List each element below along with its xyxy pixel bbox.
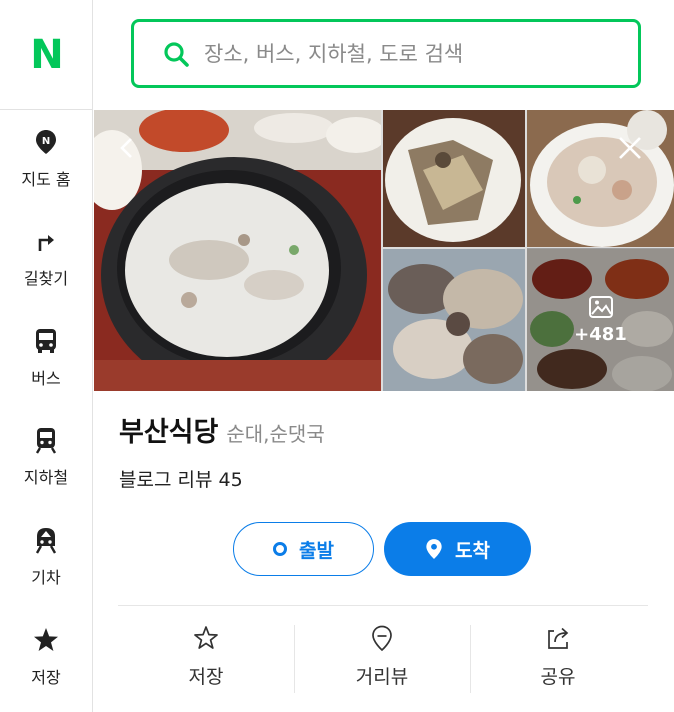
more-photos-count: +481 — [574, 324, 627, 345]
sidebar-item-label: 기차 — [31, 568, 61, 587]
location-pin-icon — [426, 539, 442, 559]
title-row: 부산식당 순대,순댓국 — [119, 410, 649, 449]
start-button-label: 출발 — [299, 539, 334, 562]
sidebar-item-bus[interactable]: 버스 — [0, 327, 92, 417]
more-photos-overlay[interactable]: +481 — [527, 248, 674, 391]
street-view-pin-icon — [372, 625, 392, 652]
arrive-button-label: 도착 — [455, 539, 490, 562]
save-button[interactable]: 저장 — [118, 624, 294, 694]
image-gallery-icon — [588, 296, 613, 318]
logo-box: N — [0, 0, 92, 110]
place-info: 부산식당 순대,순댓국 블로그 리뷰 45 — [119, 410, 649, 492]
star-outline-icon — [194, 626, 218, 649]
sidebar-item-label: 저장 — [31, 668, 61, 687]
naver-logo[interactable]: N — [30, 32, 64, 78]
train-icon — [35, 528, 57, 554]
gallery-photo[interactable] — [527, 110, 674, 247]
sidebar-item-saved[interactable]: 저장 — [0, 626, 92, 712]
start-dot-icon — [273, 542, 288, 556]
gallery-close-button[interactable] — [610, 128, 650, 168]
close-icon — [619, 137, 641, 159]
gallery-photo[interactable] — [383, 249, 525, 391]
subway-icon — [35, 428, 57, 454]
place-category: 순대,순댓국 — [226, 422, 325, 446]
sidebar-item-train[interactable]: 기차 — [0, 526, 92, 616]
search-icon — [164, 41, 189, 67]
actions-divider — [118, 605, 648, 606]
sidebar-item-subway[interactable]: 지하철 — [0, 426, 92, 516]
blog-review-count[interactable]: 블로그 리뷰 45 — [119, 465, 649, 492]
gallery-prev-button[interactable] — [107, 128, 147, 168]
sidebar-item-label: 버스 — [31, 369, 61, 388]
search-box[interactable] — [131, 19, 641, 88]
save-label: 저장 — [188, 666, 224, 688]
left-sidebar: N N 지도 홈 길찾기 버스 지하철 기차 저장 — [0, 0, 93, 712]
share-button[interactable]: 공유 — [470, 624, 646, 694]
star-icon — [34, 628, 58, 651]
bus-icon — [36, 329, 56, 353]
search-input[interactable] — [204, 41, 624, 66]
svg-text:N: N — [42, 136, 50, 147]
chevron-left-icon — [120, 138, 132, 158]
share-icon — [548, 627, 569, 649]
sidebar-item-label: 지하철 — [23, 468, 69, 487]
photo-gallery: +481 — [94, 110, 674, 391]
share-label: 공유 — [540, 666, 576, 688]
sidebar-item-directions[interactable]: 길찾기 — [0, 227, 92, 317]
place-panel: +481 부산식당 순대,순댓국 블로그 리뷰 45 출발 도착 저장 거리뷰 … — [94, 110, 674, 712]
dish-photo-image — [527, 110, 674, 247]
dish-photo-image — [383, 249, 525, 391]
arrive-button[interactable]: 도착 — [384, 522, 531, 576]
sidebar-item-map-home[interactable]: N 지도 홈 — [0, 128, 92, 218]
street-view-button[interactable]: 거리뷰 — [294, 624, 470, 694]
street-view-label: 거리뷰 — [355, 666, 409, 688]
map-home-pin-icon: N — [36, 130, 56, 154]
start-button[interactable]: 출발 — [233, 522, 374, 576]
sidebar-item-label: 길찾기 — [23, 269, 69, 288]
gallery-photo[interactable] — [383, 110, 525, 247]
dish-photo-image — [383, 110, 525, 247]
directions-arrow-icon — [38, 235, 54, 251]
sidebar-item-label: 지도 홈 — [21, 170, 71, 189]
place-name[interactable]: 부산식당 — [119, 410, 218, 449]
